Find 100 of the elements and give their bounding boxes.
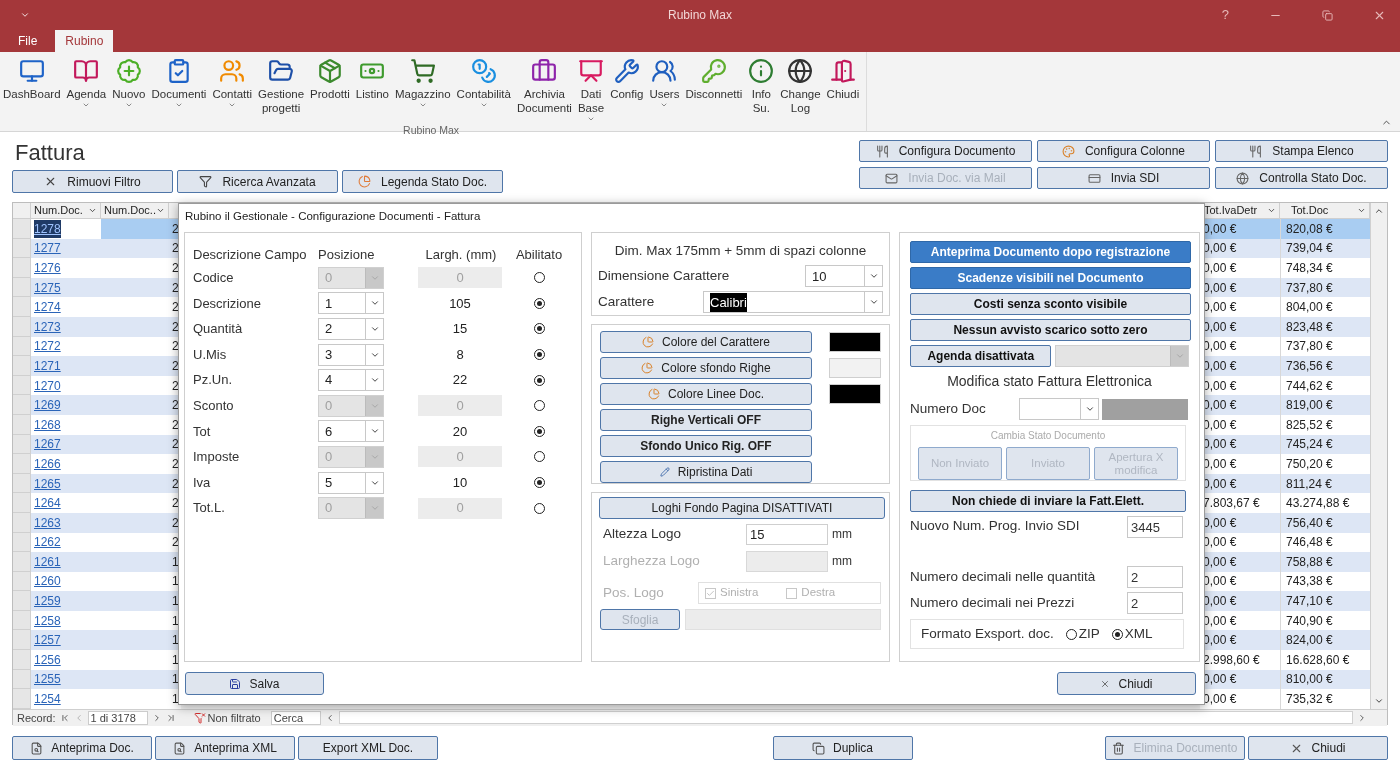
ribbon-button[interactable]: Info Su.: [745, 58, 778, 115]
row-selector[interactable]: [13, 434, 31, 455]
row-selector[interactable]: [13, 414, 31, 435]
row-selector[interactable]: [13, 297, 31, 317]
table-corner[interactable]: [13, 203, 31, 219]
footer-button[interactable]: Export XML Doc.: [298, 736, 438, 760]
row-selector[interactable]: [13, 493, 31, 513]
ribbon-button[interactable]: Disconnetti: [682, 58, 746, 101]
doc-link[interactable]: 1262: [34, 533, 61, 552]
doc-link[interactable]: 1258: [34, 611, 61, 630]
reset-button[interactable]: Ripristina Dati: [600, 461, 812, 483]
doc-link[interactable]: 1276: [34, 259, 61, 277]
radio-button[interactable]: [1065, 628, 1077, 640]
row-selector[interactable]: [13, 395, 31, 415]
row-selector[interactable]: [13, 277, 31, 298]
radio-button[interactable]: [533, 425, 545, 437]
close-button[interactable]: Chiudi: [1057, 672, 1196, 695]
width-field[interactable]: 22: [418, 369, 502, 391]
radio-button[interactable]: [533, 323, 545, 335]
doc-link[interactable]: 1257: [34, 631, 61, 650]
column-header[interactable]: Tot.Doc: [1280, 203, 1370, 219]
radio-button[interactable]: [533, 374, 545, 386]
scroll-up-icon[interactable]: [1374, 206, 1384, 216]
doc-link[interactable]: 1260: [34, 572, 61, 591]
ribbon-button[interactable]: Documenti: [148, 58, 210, 109]
option-toggle[interactable]: Nessun avvisto scarico sotto zero: [910, 319, 1191, 341]
ribbon-button[interactable]: Contabilità: [453, 58, 514, 109]
ribbon-button[interactable]: Gestione progetti: [255, 58, 308, 115]
dropdown-field[interactable]: 10: [805, 265, 883, 288]
footer-button[interactable]: Anteprima XML: [155, 736, 295, 760]
column-header[interactable]: Num.Doc..: [101, 203, 169, 219]
doc-link[interactable]: 1268: [34, 415, 61, 434]
radio-button[interactable]: [533, 451, 545, 463]
record-field[interactable]: 1 di 3178: [87, 710, 148, 725]
footer-button[interactable]: Duplica: [772, 736, 913, 760]
help-button[interactable]: ?: [1221, 5, 1229, 25]
ribbon-button[interactable]: Magazzino: [392, 58, 454, 109]
footer-button[interactable]: Anteprima Doc.: [12, 736, 152, 760]
row-selector[interactable]: [13, 316, 31, 337]
search-field[interactable]: Cerca: [270, 710, 321, 725]
toolbar-button[interactable]: Stampa Elenco: [1215, 140, 1388, 162]
row-selector[interactable]: [13, 512, 31, 533]
sdi-number-field[interactable]: 3445: [1127, 516, 1183, 538]
row-selector[interactable]: [13, 610, 31, 631]
doc-link[interactable]: 1261: [34, 552, 61, 571]
option-toggle[interactable]: Agenda disattivata: [910, 345, 1052, 367]
doc-link[interactable]: 1264: [34, 494, 61, 513]
filter-status-button[interactable]: Non filtrato: [193, 709, 261, 727]
doc-link[interactable]: 1271: [34, 356, 61, 375]
row-selector[interactable]: [13, 238, 31, 259]
doc-link[interactable]: 1259: [34, 592, 61, 611]
ribbon-button[interactable]: Prodotti: [307, 58, 353, 101]
ribbon-tab[interactable]: Rubino: [55, 30, 114, 52]
color-swatch[interactable]: [829, 332, 881, 352]
option-toggle[interactable]: Costi senza sconto visibile: [910, 293, 1191, 315]
row-selector[interactable]: [13, 258, 31, 278]
doc-link[interactable]: 1274: [34, 298, 61, 317]
ribbon-button[interactable]: Chiudi: [823, 58, 863, 101]
doc-link[interactable]: 1269: [34, 396, 61, 415]
width-field[interactable]: 15: [418, 318, 502, 340]
toolbar-button[interactable]: Controlla Stato Doc.: [1215, 167, 1388, 189]
dropdown-field[interactable]: [1055, 345, 1189, 367]
dropdown-field[interactable]: Calibri: [703, 291, 883, 314]
option-toggle[interactable]: Anteprima Documento dopo registrazione: [910, 241, 1191, 263]
logo-path-field[interactable]: [685, 609, 881, 630]
doc-link[interactable]: 1273: [34, 317, 61, 336]
vertical-scrollbar[interactable]: [1370, 203, 1387, 709]
decimals-field[interactable]: 2: [1127, 566, 1183, 588]
row-selector[interactable]: [13, 454, 31, 474]
ribbon-button[interactable]: DashBoard: [0, 58, 64, 101]
format-radio[interactable]: ZIP: [1065, 623, 1100, 645]
dropdown-field[interactable]: 3: [318, 343, 384, 366]
row-selector[interactable]: [13, 219, 31, 239]
ribbon-tab[interactable]: File: [8, 30, 48, 52]
ribbon-button[interactable]: Change Log: [777, 58, 824, 115]
logo-height-field[interactable]: 15: [746, 523, 828, 545]
dropdown-field[interactable]: 1: [318, 292, 384, 315]
color-swatch[interactable]: [829, 358, 881, 378]
row-selector[interactable]: [13, 336, 31, 357]
row-selector[interactable]: [13, 532, 31, 553]
width-field[interactable]: 10: [418, 472, 502, 494]
row-selector[interactable]: [13, 356, 31, 376]
color-button[interactable]: Colore sfondo Righe: [600, 357, 812, 379]
horizontal-scrollbar[interactable]: [338, 711, 1353, 725]
toolbar-button[interactable]: Configura Documento: [859, 140, 1032, 162]
logo-width-field[interactable]: [746, 550, 828, 572]
toggle-button[interactable]: Sfondo Unico Rig. OFF: [600, 435, 812, 457]
radio-button[interactable]: [1111, 628, 1123, 640]
row-selector[interactable]: [13, 669, 31, 690]
option-toggle[interactable]: Non chiede di inviare la Fatt.Elett.: [910, 490, 1186, 512]
option-toggle[interactable]: Scadenze visibili nel Documento: [910, 267, 1191, 289]
scroll-right-icon[interactable]: [1357, 712, 1367, 723]
decimals-field[interactable]: 2: [1127, 592, 1183, 614]
ribbon-button[interactable]: Contatti: [209, 58, 256, 109]
ribbon-button[interactable]: Archivia Documenti: [513, 58, 575, 115]
width-field[interactable]: 8: [418, 344, 502, 366]
radio-button[interactable]: [533, 477, 545, 489]
toolbar-button[interactable]: Ricerca Avanzata: [177, 170, 338, 193]
dropdown-field[interactable]: 6: [318, 420, 384, 443]
doc-link[interactable]: 1270: [34, 376, 61, 395]
